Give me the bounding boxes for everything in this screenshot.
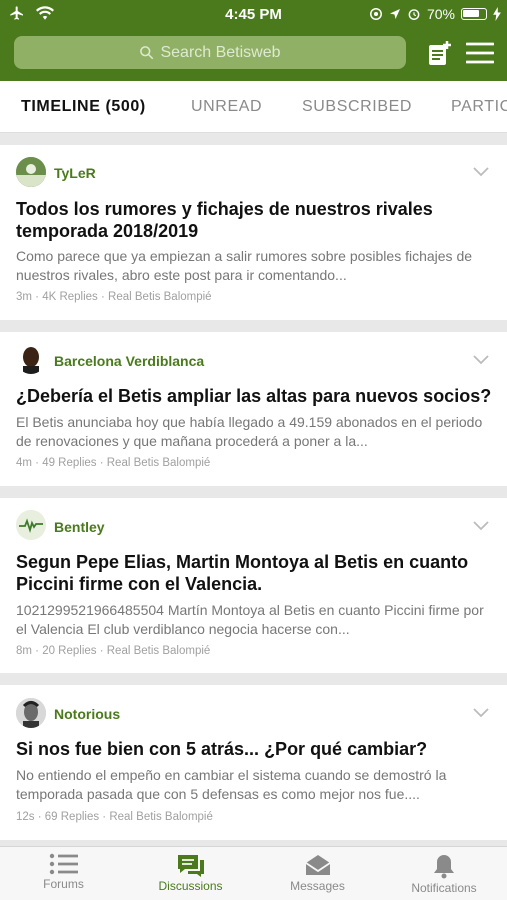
discussion-card[interactable]: Barcelona Verdiblanca ¿Debería el Betis … bbox=[0, 332, 507, 486]
chat-icon bbox=[177, 855, 204, 877]
tab-timeline[interactable]: TIMELINE (500) bbox=[21, 98, 146, 116]
chevron-down-icon[interactable] bbox=[473, 167, 489, 177]
status-bar: 4:45 PM 70% bbox=[0, 0, 507, 30]
charging-icon bbox=[493, 7, 501, 21]
tab-unread[interactable]: UNREAD bbox=[191, 98, 262, 116]
nav-bar: Search Betisweb bbox=[0, 30, 507, 81]
bottom-tab-forums[interactable]: Forums bbox=[0, 847, 127, 900]
bottom-tab-discussions[interactable]: Discussions bbox=[127, 847, 254, 900]
battery-icon bbox=[461, 8, 487, 20]
avatar bbox=[16, 344, 46, 374]
alarm-icon bbox=[408, 9, 420, 20]
tab-participated[interactable]: PARTIC bbox=[451, 98, 507, 116]
chevron-down-icon[interactable] bbox=[473, 521, 489, 531]
post-title[interactable]: Segun Pepe Elias, Martin Montoya al Beti… bbox=[16, 551, 495, 595]
bottom-tab-label: Forums bbox=[43, 877, 84, 891]
post-excerpt: No entiendo el empeño en cambiar el sist… bbox=[16, 767, 447, 802]
tab-bar: TIMELINE (500) UNREAD SUBSCRIBED PARTIC bbox=[0, 81, 507, 133]
post-excerpt: El Betis anunciaba hoy que había llegado… bbox=[16, 414, 483, 449]
post-title[interactable]: Todos los rumores y fichajes de nuestros… bbox=[16, 198, 495, 242]
bottom-tab-label: Messages bbox=[290, 879, 345, 893]
at-icon bbox=[369, 8, 382, 20]
discussion-card[interactable]: TyLeR Todos los rumores y fichajes de nu… bbox=[0, 145, 507, 320]
search-placeholder: Search Betisweb bbox=[160, 43, 281, 61]
post-excerpt: 1021299521966485504 Martín Montoya al Be… bbox=[16, 602, 484, 637]
author-name[interactable]: TyLeR bbox=[54, 165, 96, 181]
bottom-tab-messages[interactable]: Messages bbox=[254, 847, 381, 900]
search-input[interactable]: Search Betisweb bbox=[14, 36, 406, 69]
list-icon bbox=[49, 853, 78, 875]
post-excerpt: Como parece que ya empiezan a salir rumo… bbox=[16, 248, 473, 283]
post-title[interactable]: Si nos fue bien con 5 atrás... ¿Por qué … bbox=[16, 738, 495, 760]
search-icon bbox=[140, 46, 154, 60]
author-name[interactable]: Notorious bbox=[54, 706, 120, 722]
hamburger-menu-icon[interactable] bbox=[466, 42, 494, 64]
author-name[interactable]: Bentley bbox=[54, 519, 105, 535]
envelope-icon bbox=[305, 855, 330, 875]
tab-subscribed[interactable]: SUBSCRIBED bbox=[302, 98, 412, 116]
author-name[interactable]: Barcelona Verdiblanca bbox=[54, 353, 204, 369]
bell-icon bbox=[434, 855, 454, 879]
post-meta: 4m · 49 Replies · Real Betis Balompié bbox=[16, 457, 211, 469]
discussion-card[interactable]: Notorious Si nos fue bien con 5 atrás...… bbox=[0, 685, 507, 840]
bottom-tab-bar: Forums Discussions Messages Notification… bbox=[0, 846, 507, 900]
discussion-card[interactable]: Bentley Segun Pepe Elias, Martin Montoya… bbox=[0, 498, 507, 673]
bottom-tab-label: Discussions bbox=[158, 879, 223, 893]
new-post-icon[interactable] bbox=[426, 40, 452, 66]
post-title[interactable]: ¿Debería el Betis ampliar las altas para… bbox=[16, 385, 495, 407]
battery-percent: 70% bbox=[426, 6, 455, 22]
status-right: 70% bbox=[369, 6, 501, 22]
bottom-tab-label: Notifications bbox=[411, 881, 477, 895]
bottom-tab-notifications[interactable]: Notifications bbox=[381, 847, 507, 900]
location-icon bbox=[389, 9, 400, 19]
avatar bbox=[16, 157, 46, 187]
chevron-down-icon[interactable] bbox=[473, 355, 489, 365]
post-meta: 8m · 20 Replies · Real Betis Balompié bbox=[16, 645, 211, 657]
post-meta: 12s · 69 Replies · Real Betis Balompié bbox=[16, 811, 213, 823]
avatar bbox=[16, 510, 46, 540]
avatar bbox=[16, 698, 46, 728]
chevron-down-icon[interactable] bbox=[473, 708, 489, 718]
post-meta: 3m · 4K Replies · Real Betis Balompié bbox=[16, 291, 212, 303]
